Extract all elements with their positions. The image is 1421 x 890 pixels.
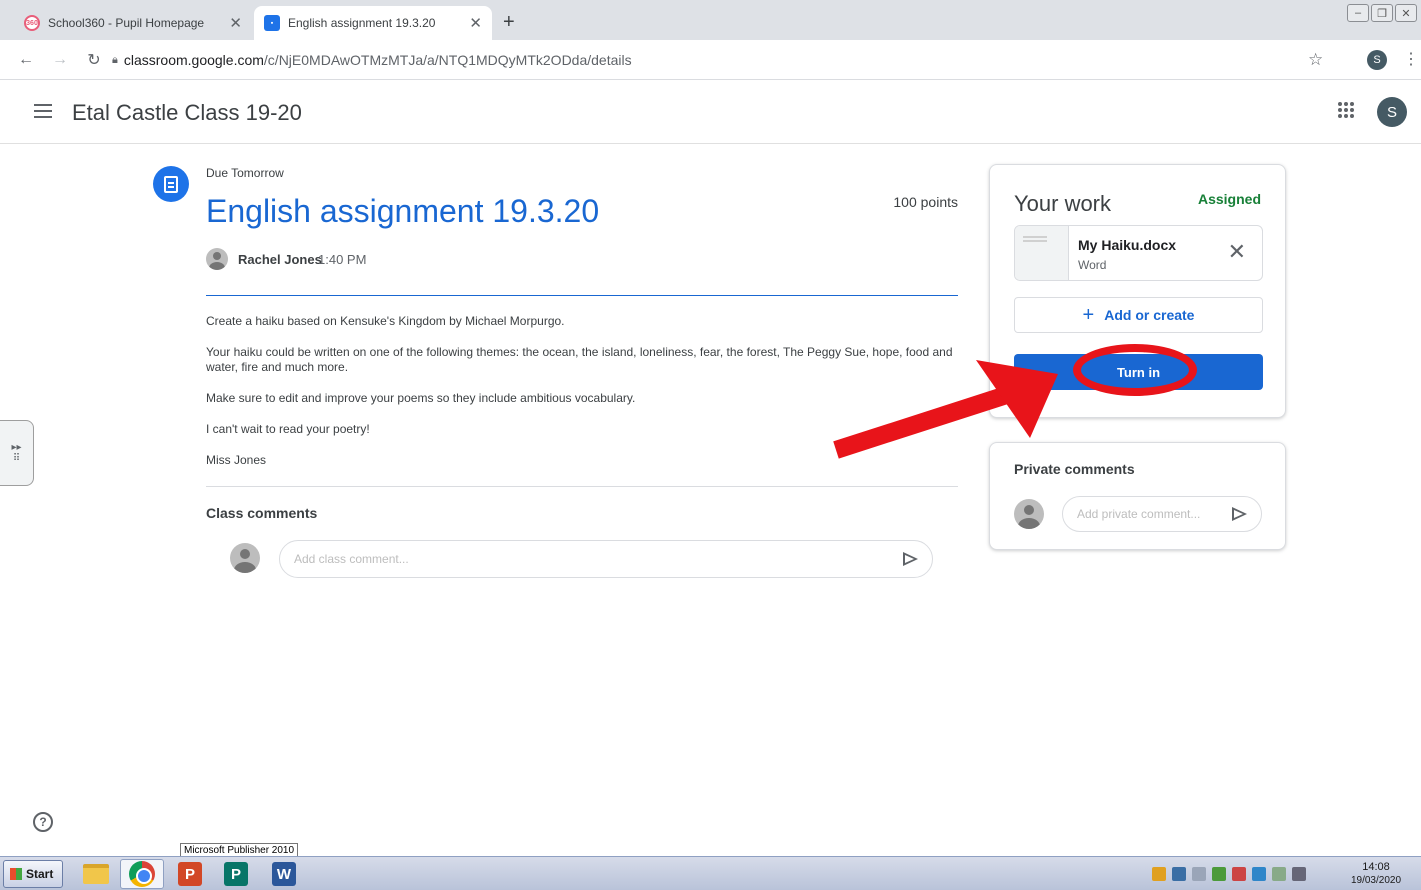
classroom-header: Etal Castle Class 19-20 S (0, 80, 1421, 144)
tray-app-icon[interactable] (1292, 867, 1306, 881)
url-host: classroom.google.com (123, 52, 264, 68)
divider (206, 295, 958, 296)
annotation-arrow-icon (833, 360, 1058, 459)
close-tab-icon[interactable]: ✕ (229, 14, 242, 32)
add-or-create-label: Add or create (1104, 307, 1195, 323)
usb-icon[interactable] (1212, 867, 1226, 881)
power-icon[interactable] (1232, 867, 1246, 881)
remove-attachment-icon[interactable]: ✕ (1228, 239, 1246, 265)
document-thumbnail (1015, 226, 1069, 280)
attachment-chip[interactable]: My Haiku.docx Word ✕ (1014, 225, 1263, 281)
browser-menu-icon[interactable]: ⋮ (1403, 49, 1419, 69)
class-name[interactable]: Etal Castle Class 19-20 (72, 100, 302, 126)
browser-toolbar: ← → ↻ 🔒︎ classroom.google.com/c/NjE0MDAw… (0, 40, 1421, 80)
divider (206, 486, 958, 487)
taskbar-explorer[interactable] (74, 859, 118, 889)
classroom-favicon-icon: ▪ (264, 15, 280, 31)
assignment-points: 100 points (893, 194, 958, 210)
browser-profile-avatar[interactable]: S (1367, 50, 1387, 70)
google-apps-icon[interactable] (1338, 102, 1354, 118)
send-icon[interactable] (903, 552, 918, 566)
monitor-icon[interactable] (1252, 867, 1266, 881)
taskbar-publisher[interactable]: P (214, 859, 258, 889)
status-badge: Assigned (1197, 191, 1261, 207)
class-comment-input[interactable]: Add class comment... (279, 540, 933, 578)
attachment-name: My Haiku.docx (1078, 237, 1177, 253)
assignment-title: English assignment 19.3.20 (206, 193, 600, 229)
lock-icon: 🔒︎ (112, 53, 118, 66)
send-icon[interactable] (1232, 507, 1247, 521)
private-comment-placeholder: Add private comment... (1077, 507, 1201, 521)
grid-dots-icon: ⠿ (12, 453, 21, 464)
tab-english-assignment[interactable]: ▪ English assignment 19.3.20 ✕ (254, 6, 492, 40)
folder-icon (83, 864, 109, 884)
window-controls: – ❐ ✕ (1347, 4, 1417, 22)
windows-logo-icon (10, 868, 22, 880)
minimize-icon[interactable]: – (1347, 4, 1369, 22)
word-icon: W (272, 862, 296, 886)
chrome-icon (129, 861, 155, 887)
post-time: 1:40 PM (318, 252, 367, 267)
account-avatar[interactable]: S (1377, 97, 1407, 127)
shield-icon[interactable] (1152, 867, 1166, 881)
windows-taskbar: Start P P W 14:08 19/03/2020 (0, 856, 1421, 890)
network-icon[interactable] (1172, 867, 1186, 881)
due-date: Due Tomorrow (206, 166, 284, 180)
instruction-paragraph: Create a haiku based on Kensuke's Kingdo… (206, 314, 565, 328)
clock-date: 19/03/2020 (1350, 875, 1402, 886)
powerpoint-icon: P (178, 862, 202, 886)
private-comment-input[interactable]: Add private comment... (1062, 496, 1262, 532)
tab-title: English assignment 19.3.20 (288, 16, 436, 30)
author-avatar (206, 248, 228, 270)
side-panel-toggle[interactable]: ▸▸ ⠿ (0, 420, 34, 486)
taskbar-word[interactable]: W (262, 859, 306, 889)
url-path: /c/NjE0MDAwOTMzMTJa/a/NTQ1MDQyMTk2ODda/d… (263, 52, 632, 68)
add-or-create-button[interactable]: + Add or create (1014, 297, 1263, 333)
maximize-icon[interactable]: ❐ (1371, 4, 1393, 22)
tab-school360[interactable]: 360 School360 - Pupil Homepage ✕ (14, 6, 252, 40)
new-tab-icon[interactable]: + (503, 12, 515, 32)
volume-icon[interactable] (1192, 867, 1206, 881)
private-comments-title: Private comments (1014, 461, 1135, 477)
expand-arrows-icon: ▸▸ (11, 442, 22, 453)
your-work-title: Your work (1014, 191, 1112, 216)
close-tab-icon[interactable]: ✕ (469, 14, 482, 32)
tray-app-icon[interactable] (1272, 867, 1286, 881)
taskbar-chrome[interactable] (120, 859, 164, 889)
tab-title: School360 - Pupil Homepage (48, 16, 205, 30)
close-window-icon[interactable]: ✕ (1395, 4, 1417, 22)
author-name: Rachel Jones (238, 252, 322, 267)
school360-favicon-icon: 360 (24, 15, 40, 31)
assignment-icon (153, 166, 189, 202)
user-avatar (230, 543, 260, 573)
browser-tab-bar: 360 School360 - Pupil Homepage ✕ ▪ Engli… (0, 0, 1421, 40)
class-comment-placeholder: Add class comment... (294, 552, 409, 566)
forward-icon[interactable]: → (52, 51, 68, 69)
main-menu-icon[interactable] (34, 104, 52, 118)
clock-time: 14:08 (1362, 861, 1390, 873)
user-avatar (1014, 499, 1044, 529)
start-button[interactable]: Start (3, 860, 63, 888)
system-tray (1152, 867, 1306, 881)
bookmark-star-icon[interactable]: ☆ (1308, 50, 1323, 70)
plus-icon: + (1082, 303, 1095, 326)
attachment-type: Word (1078, 258, 1107, 272)
back-icon[interactable]: ← (18, 51, 34, 69)
address-bar[interactable]: 🔒︎ classroom.google.com/c/NjE0MDAwOTMzMT… (112, 46, 1342, 74)
reload-icon[interactable]: ↻ (86, 50, 102, 70)
class-comments-heading: Class comments (206, 505, 318, 521)
turn-in-label: Turn in (1116, 364, 1161, 380)
publisher-icon: P (224, 862, 248, 886)
start-label: Start (26, 867, 54, 881)
help-icon[interactable]: ? (33, 812, 53, 832)
taskbar-clock[interactable]: 14:08 19/03/2020 (1346, 861, 1406, 887)
taskbar-powerpoint[interactable]: P (168, 859, 212, 889)
